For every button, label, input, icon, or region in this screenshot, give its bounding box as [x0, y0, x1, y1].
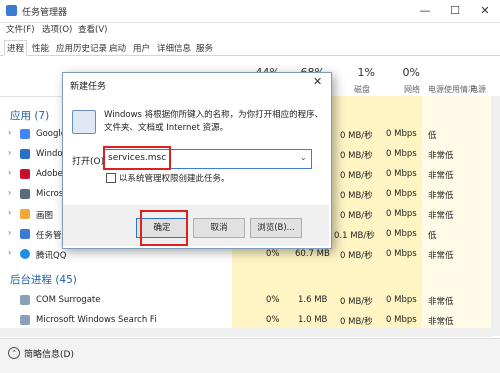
power-value: 非常低: [428, 317, 454, 327]
process-name: Micros: [36, 189, 64, 199]
task-manager-icon: [6, 5, 17, 16]
disk-value: 0 MB/秒: [340, 191, 373, 201]
memory-value: 1.0 MB: [298, 315, 328, 325]
run-icon: [72, 110, 96, 134]
process-name: 腾讯QQ: [36, 251, 67, 261]
task-manager-app-icon: [20, 229, 30, 239]
process-name: Microsoft Windows Search Fi: [36, 315, 157, 325]
section-background[interactable]: 后台进程 (45): [10, 272, 77, 287]
footer-bar: [0, 338, 500, 373]
microsoft-app-icon: [20, 189, 30, 199]
power-value: 低: [428, 131, 437, 141]
tab-details[interactable]: 详细信息: [155, 41, 193, 55]
section-apps[interactable]: 应用 (7): [10, 108, 49, 123]
adobe-icon: [20, 169, 30, 179]
menu-file[interactable]: 文件(F): [6, 23, 35, 35]
chevron-right-icon[interactable]: ›: [8, 168, 11, 177]
power-value: 非常低: [428, 251, 454, 261]
chevron-right-icon[interactable]: ›: [8, 128, 11, 137]
power-value: 非常低: [428, 297, 454, 307]
disk-value: 0 MB/秒: [340, 297, 373, 307]
memory-value: 1.6 MB: [298, 295, 328, 305]
network-value: 0 Mbps: [386, 189, 417, 199]
menu-view[interactable]: 查看(V): [78, 23, 107, 35]
disk-value: 0 MB/秒: [340, 131, 373, 141]
highlight-box-ok: [140, 210, 188, 246]
disk-value: 0 MB/秒: [340, 251, 373, 261]
qq-icon: [20, 249, 30, 259]
tab-app-history[interactable]: 应用历史记录: [54, 41, 109, 55]
vertical-scrollbar[interactable]: [491, 96, 500, 336]
window-title: 任务管理器: [22, 8, 68, 18]
network-percent[interactable]: 0%: [390, 66, 420, 79]
chrome-icon: [20, 129, 30, 139]
cpu-value: 0%: [266, 295, 280, 305]
power-value: 低: [428, 231, 437, 241]
disk-value: 0 MB/秒: [340, 151, 373, 161]
power-value: 非常低: [428, 191, 454, 201]
network-value: 0 Mbps: [386, 129, 417, 139]
process-name: Adobe: [36, 169, 63, 179]
tab-users[interactable]: 用户: [131, 41, 152, 55]
close-button[interactable]: ✕: [470, 0, 500, 22]
tab-services[interactable]: 服务: [194, 41, 215, 55]
tab-processes[interactable]: 进程: [4, 40, 28, 56]
maximize-button[interactable]: ☐: [440, 0, 470, 22]
horizontal-scrollbar[interactable]: [0, 328, 491, 337]
memory-value: 60.7 MB: [295, 249, 330, 259]
minimize-button[interactable]: —: [410, 0, 440, 22]
disk-column-label[interactable]: 磁盘: [354, 84, 370, 95]
cancel-button[interactable]: 取消: [193, 218, 245, 238]
cpu-value: 0%: [266, 315, 280, 325]
power-value: 非常低: [428, 211, 454, 221]
browse-button[interactable]: 浏览(B)...: [250, 218, 302, 238]
network-value: 0 Mbps: [386, 209, 417, 219]
table-row[interactable]: COM Surrogate 0% 1.6 MB 0 MB/秒 0 Mbps 非常…: [0, 290, 500, 310]
chevron-up-icon[interactable]: ⌃: [8, 347, 20, 359]
menu-options[interactable]: 选项(O): [42, 23, 72, 35]
chevron-down-icon[interactable]: ⌄: [300, 153, 307, 162]
disk-percent[interactable]: 1%: [345, 66, 375, 79]
power-column-label[interactable]: 电源使用情况: [428, 84, 476, 95]
power-value: 非常低: [428, 171, 454, 181]
process-name: COM Surrogate: [36, 295, 101, 305]
chevron-right-icon[interactable]: ›: [8, 208, 11, 217]
chevron-right-icon[interactable]: ›: [8, 148, 11, 157]
process-icon: [20, 295, 30, 305]
dialog-description-line2: 文件夹、文档或 Internet 资源。: [104, 123, 229, 133]
table-row[interactable]: Microsoft Windows Search Fi 0% 1.0 MB 0 …: [0, 310, 500, 328]
power-value: 非常低: [428, 151, 454, 161]
cpu-value: 0%: [266, 249, 280, 259]
network-value: 0 Mbps: [386, 295, 417, 305]
disk-value: 0 MB/秒: [340, 211, 373, 221]
less-details-link[interactable]: 简略信息(D): [24, 347, 74, 360]
search-process-icon: [20, 315, 30, 325]
chevron-right-icon[interactable]: ›: [8, 228, 11, 237]
process-name: 画图: [36, 211, 54, 221]
paint-icon: [20, 209, 30, 219]
dialog-close-button[interactable]: ✕: [313, 75, 322, 88]
disk-value: 0 MB/秒: [340, 171, 373, 181]
network-value: 0 Mbps: [386, 169, 417, 179]
admin-checkbox[interactable]: [106, 173, 116, 183]
dialog-title: 新建任务: [70, 82, 107, 92]
network-column-label[interactable]: 网络: [404, 84, 420, 95]
network-value: 0 Mbps: [386, 315, 417, 325]
dialog-description-line1: Windows 将根据你所键入的名称，为你打开相应的程序、: [104, 110, 324, 120]
disk-value: 0.1 MB/秒: [334, 231, 375, 241]
process-name: 任务管: [36, 231, 62, 241]
admin-checkbox-label: 以系统管理权限创建此任务。: [119, 174, 230, 184]
open-label: 打开(O):: [72, 157, 108, 167]
highlight-box-input: [103, 146, 171, 170]
tab-startup[interactable]: 启动: [107, 41, 128, 55]
disk-value: 0 MB/秒: [340, 317, 373, 327]
windows-app-icon: [20, 149, 30, 159]
chevron-right-icon[interactable]: ›: [8, 188, 11, 197]
network-value: 0 Mbps: [386, 249, 417, 259]
network-value: 0 Mbps: [386, 149, 417, 159]
tab-performance[interactable]: 性能: [30, 41, 51, 55]
network-value: 0 Mbps: [386, 229, 417, 239]
chevron-right-icon[interactable]: ›: [8, 248, 11, 257]
